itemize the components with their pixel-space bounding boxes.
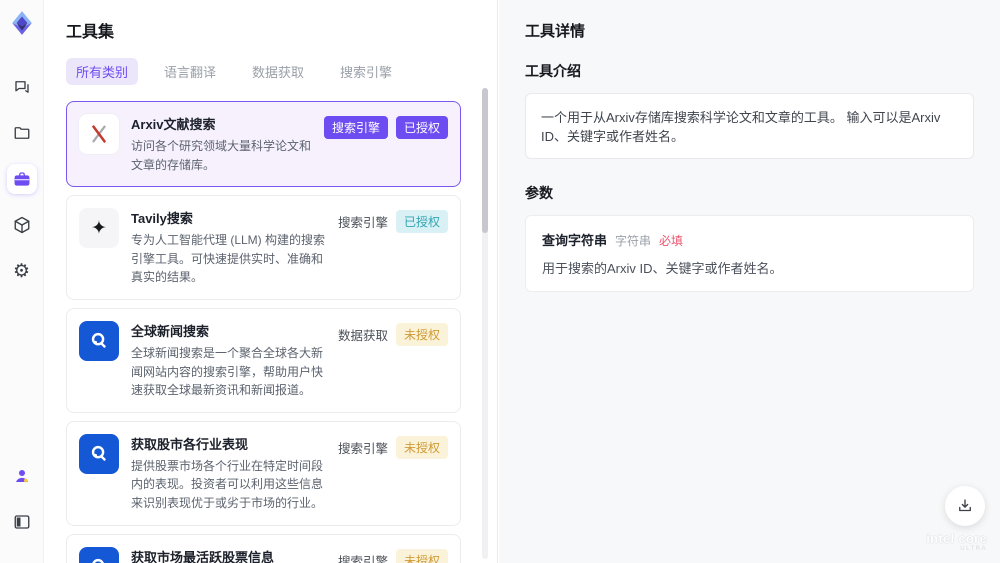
search-logo-icon [91, 332, 106, 348]
tool-name: 获取市场最活跃股票信息 [131, 549, 275, 563]
auth-status-badge: 已授权 [395, 210, 448, 234]
detail-title: 工具详情 [525, 23, 586, 40]
tool-name: 获取股市各行业表现 [131, 436, 249, 452]
auth-status-badge: 已授权 [395, 116, 448, 139]
chat-icon[interactable] [7, 72, 37, 102]
page-title: 工具集 [66, 24, 115, 41]
category-tabs: 所有类别 语言翻译 数据获取 搜索引擎 [66, 58, 461, 85]
category-badge: 搜索引擎 [323, 116, 388, 139]
search-logo-icon [91, 445, 106, 461]
tool-list-panel: 工具集 所有类别 语言翻译 数据获取 搜索引擎 Arxiv文献搜索 访问各个研究领域大… [44, 0, 498, 563]
param-list: 查询字符串 字符串 必填 用于搜索的Arxiv ID、关键字或作者姓名。 [525, 215, 974, 292]
category-tab[interactable]: 搜索引擎 [330, 58, 402, 85]
intro-heading: 工具介绍 [525, 63, 581, 79]
cube-icon[interactable] [7, 210, 37, 240]
param-name: 查询字符串 [542, 233, 608, 248]
arxiv-icon [92, 125, 106, 143]
tool-list: Arxiv文献搜索 访问各个研究领域大量科学论文和文章的存储库。 搜索引擎 已授… [66, 101, 461, 563]
tool-description: 访问各个研究领域大量科学论文和文章的存储库。 [131, 139, 312, 172]
category-badge: 搜索引擎 [337, 554, 388, 563]
category-tab[interactable]: 语言翻译 [154, 58, 226, 85]
param-description: 用于搜索的Arxiv ID、关键字或作者姓名。 [542, 261, 783, 276]
list-scrollbar[interactable] [482, 88, 488, 559]
tool-name: Arxiv文献搜索 [131, 117, 216, 132]
app-logo [9, 10, 35, 36]
panel-toggle-icon[interactable] [7, 507, 37, 537]
tool-card[interactable]: 获取股市各行业表现 提供股票市场各个行业在特定时间段内的表现。投资者可以利用这些… [66, 420, 461, 526]
auth-status-badge: 未授权 [395, 548, 448, 563]
tool-card[interactable]: Arxiv文献搜索 访问各个研究领域大量科学论文和文章的存储库。 搜索引擎 已授… [66, 101, 461, 188]
folder-icon[interactable] [7, 118, 37, 148]
category-badge: 搜索引擎 [337, 441, 388, 456]
app-window: ⚙ 工具集 所有类别 语言翻译 数据获取 搜索引擎 Arxiv文献搜索 访问各个… [0, 0, 1000, 563]
scrollbar-thumb[interactable] [482, 88, 488, 233]
category-badge: 数据获取 [337, 328, 388, 343]
gear-icon[interactable]: ⚙ [7, 256, 37, 286]
tavily-star-icon: ✦ [91, 217, 107, 239]
download-icon [959, 499, 971, 512]
category-tab[interactable]: 所有类别 [66, 58, 139, 85]
auth-status-badge: 未授权 [395, 435, 448, 459]
tool-detail-panel: 工具详情 工具介绍 一个用于从Arxiv存储库搜索科学论文和文章的工具。 输入可… [499, 0, 1000, 563]
param-required-flag: 必填 [659, 234, 684, 248]
tool-card[interactable]: 获取市场最活跃股票信息 提供当天交易量最高的股票列表。投资者可以利用这些信息来识… [66, 533, 461, 563]
tool-name: 全球新闻搜索 [131, 323, 210, 339]
avatar-icon[interactable] [7, 461, 37, 491]
blue-search-tile [79, 433, 119, 474]
star-tile: ✦ [79, 208, 119, 249]
blue-search-tile [79, 546, 119, 563]
sidebar: ⚙ [0, 0, 44, 563]
param-type: 字符串 [615, 234, 652, 248]
briefcase-icon[interactable] [6, 164, 37, 194]
search-logo-icon [92, 558, 105, 563]
tool-intro-text: 一个用于从Arxiv存储库搜索科学论文和文章的工具。 输入可以是Arxiv ID… [525, 93, 974, 159]
tool-card[interactable]: ✦ Tavily搜索 专为人工智能代理 (LLM) 构建的搜索引擎工具。可快速提… [66, 195, 461, 300]
params-heading: 参数 [525, 185, 553, 201]
category-badge: 搜索引擎 [337, 216, 388, 231]
blue-search-tile [79, 320, 119, 361]
param-card: 查询字符串 字符串 必填 用于搜索的Arxiv ID、关键字或作者姓名。 [525, 215, 974, 292]
tool-description: 提供股票市场各个行业在特定时间段内的表现。投资者可以利用这些信息来识别表现优于或… [131, 458, 324, 510]
tool-description: 全球新闻搜索是一个聚合全球各大新闻网站内容的搜索引擎，帮助用户快速获取全球最新资… [131, 345, 324, 398]
category-tab[interactable]: 数据获取 [242, 58, 314, 85]
intel-core-logo: intel core ULTRA [926, 531, 987, 552]
tool-description: 专为人工智能代理 (LLM) 构建的搜索引擎工具。可快速提供实时、准确和真实的结… [131, 233, 326, 285]
arxiv-tile [79, 114, 119, 154]
download-button[interactable] [945, 486, 985, 526]
auth-status-badge: 未授权 [395, 322, 448, 346]
tool-card[interactable]: 全球新闻搜索 全球新闻搜索是一个聚合全球各大新闻网站内容的搜索引擎，帮助用户快速… [66, 307, 461, 413]
tool-name: Tavily搜索 [131, 211, 193, 227]
